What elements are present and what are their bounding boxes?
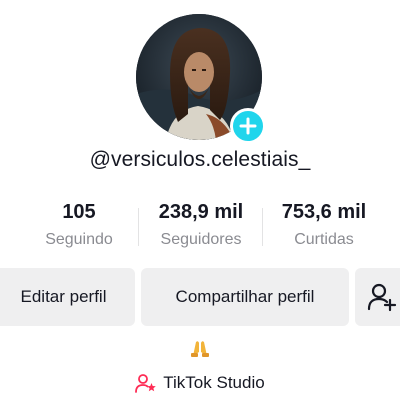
following-count: 105 bbox=[62, 201, 96, 223]
edit-profile-button[interactable]: Editar perfil bbox=[0, 268, 135, 326]
tiktok-studio-link[interactable]: TikTok Studio bbox=[0, 372, 400, 394]
likes-label: Curtidas bbox=[294, 231, 354, 248]
followers-label: Seguidores bbox=[160, 231, 242, 248]
stat-followers[interactable]: 238,9 mil Seguidores bbox=[148, 200, 254, 250]
stats-divider bbox=[262, 208, 263, 246]
profile-actions: Editar perfil Compartilhar perfil bbox=[0, 268, 400, 326]
profile-avatar-container[interactable] bbox=[136, 14, 266, 144]
profile-username: @versiculos.celestiais_ bbox=[89, 148, 311, 171]
plus-icon bbox=[239, 117, 257, 135]
stats-divider bbox=[138, 208, 139, 246]
add-friend-button[interactable] bbox=[355, 268, 400, 326]
stat-likes[interactable]: 753,6 mil Curtidas bbox=[268, 200, 380, 250]
following-label: Seguindo bbox=[45, 231, 113, 248]
share-profile-button[interactable]: Compartilhar perfil bbox=[141, 268, 349, 326]
profile-stats: 105 Seguindo 238,9 mil Seguidores 753,6 … bbox=[0, 200, 400, 256]
person-add-icon bbox=[367, 283, 397, 312]
tiktok-studio-label: TikTok Studio bbox=[163, 373, 265, 392]
followers-count: 238,9 mil bbox=[158, 201, 244, 223]
person-star-icon bbox=[135, 374, 157, 393]
add-story-button[interactable] bbox=[230, 108, 266, 144]
stat-following[interactable]: 105 Seguindo bbox=[30, 200, 128, 250]
praying-hands-icon bbox=[188, 338, 212, 358]
likes-count: 753,6 mil bbox=[281, 201, 367, 223]
